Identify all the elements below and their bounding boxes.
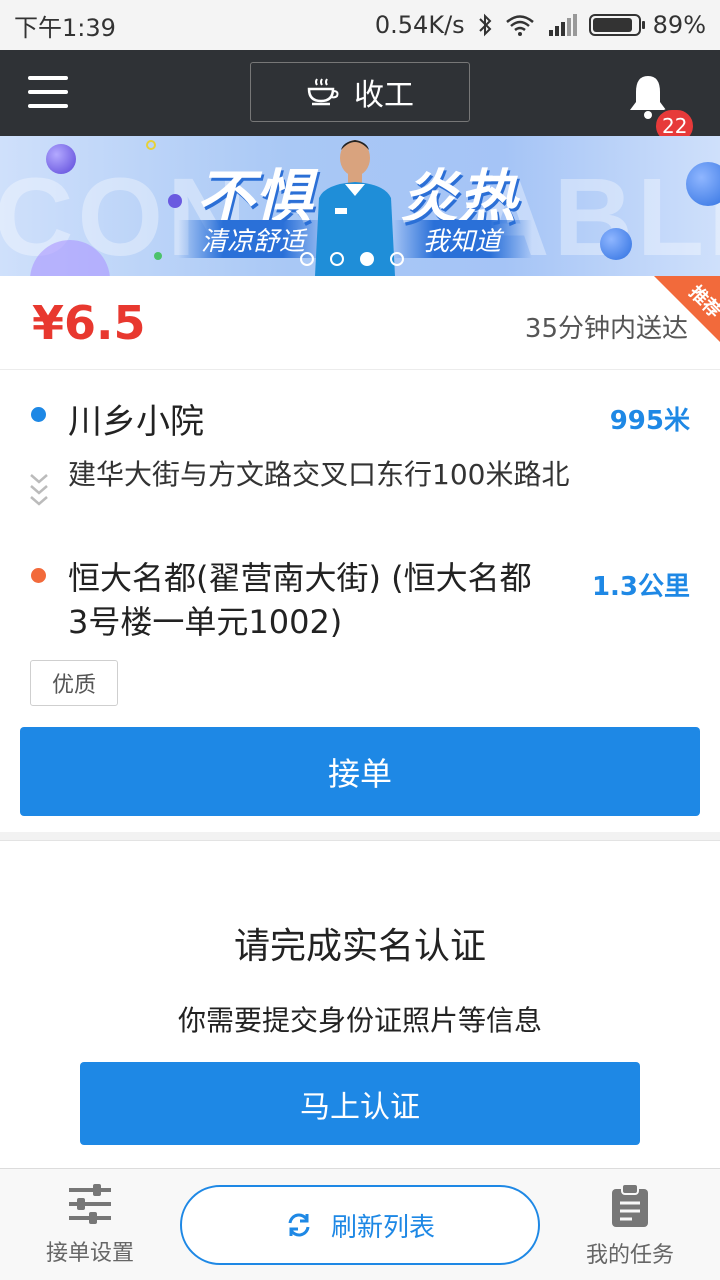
recommend-corner-tag: 推荐 <box>654 276 720 342</box>
battery-fill <box>592 18 632 32</box>
verification-title: 请完成实名认证 <box>233 926 486 967</box>
my-tasks-nav[interactable]: 我的任务 <box>560 1183 700 1269</box>
app-header: 收工 22 <box>0 50 720 144</box>
dropoff-dot <box>31 568 46 583</box>
decor-bubble <box>168 194 182 208</box>
order-settings-nav[interactable]: 接单设置 <box>20 1183 160 1267</box>
banner-sub-right: 我知道 <box>392 220 532 258</box>
bottom-bar: 接单设置 刷新列表 我的任务 <box>0 1168 720 1280</box>
battery-icon <box>588 14 645 36</box>
carousel-dots <box>300 252 404 266</box>
decor-bubble <box>600 228 632 260</box>
network-speed: 0.54K/s <box>374 11 465 39</box>
destination-address: 恒大名都(翟营南大街) (恒大名都3号楼一单元1002) <box>68 559 532 641</box>
order-price-row: ¥6.5 35分钟内送达 推荐 <box>0 276 720 370</box>
clipboard-icon <box>612 1183 648 1227</box>
destination-distance: 1.3公里 <box>591 572 690 602</box>
status-right: 0.54K/s 89% <box>375 11 706 39</box>
signal-icon <box>548 14 577 36</box>
verify-now-button[interactable]: 马上认证 <box>80 1062 640 1145</box>
menu-icon[interactable] <box>28 76 68 110</box>
battery-percent: 89% <box>652 11 706 39</box>
chevrons-down-icon <box>30 474 48 506</box>
carousel-dot[interactable] <box>390 252 404 266</box>
bluetooth-icon <box>478 13 492 37</box>
sliders-icon <box>69 1184 111 1224</box>
decor-bubble <box>46 144 76 174</box>
refresh-list-button[interactable]: 刷新列表 <box>180 1185 540 1265</box>
decor-bubble <box>154 252 162 260</box>
carousel-dot[interactable] <box>360 252 374 266</box>
verification-subtitle: 你需要提交身份证照片等信息 <box>177 1004 542 1037</box>
status-time: 下午1:39 <box>14 13 116 42</box>
quality-tag: 优质 <box>30 660 118 706</box>
shop-name: 川乡小院 <box>68 402 204 442</box>
carousel-dot[interactable] <box>300 252 314 266</box>
offwork-label: 收工 <box>354 78 414 113</box>
pickup-dot <box>31 407 46 422</box>
my-tasks-label: 我的任务 <box>585 1243 674 1268</box>
coffee-cup-icon <box>307 78 339 106</box>
refresh-list-label: 刷新列表 <box>330 1212 435 1243</box>
order-card[interactable]: ¥6.5 35分钟内送达 推荐 川乡小院 995米 建华大街与方文路交叉口东行1… <box>0 276 720 832</box>
accept-order-button[interactable]: 接单 <box>20 727 700 816</box>
refresh-icon <box>288 1213 310 1237</box>
verification-card: 请完成实名认证 你需要提交身份证照片等信息 马上认证 <box>0 840 720 1170</box>
promo-banner[interactable]: CON ABLE 不惧 炎热 清凉舒适 我知道 <box>0 136 720 276</box>
order-price: ¥6.5 <box>32 296 146 350</box>
shop-address: 建华大街与方文路交叉口东行100米路北 <box>68 458 570 491</box>
order-settings-label: 接单设置 <box>45 1241 134 1266</box>
offwork-button[interactable]: 收工 <box>250 62 470 122</box>
shop-distance: 995米 <box>609 406 690 436</box>
decor-bubble <box>146 140 156 150</box>
wifi-icon <box>505 15 534 36</box>
carousel-dot[interactable] <box>330 252 344 266</box>
status-bar: 下午1:39 0.54K/s 89% <box>0 0 720 50</box>
